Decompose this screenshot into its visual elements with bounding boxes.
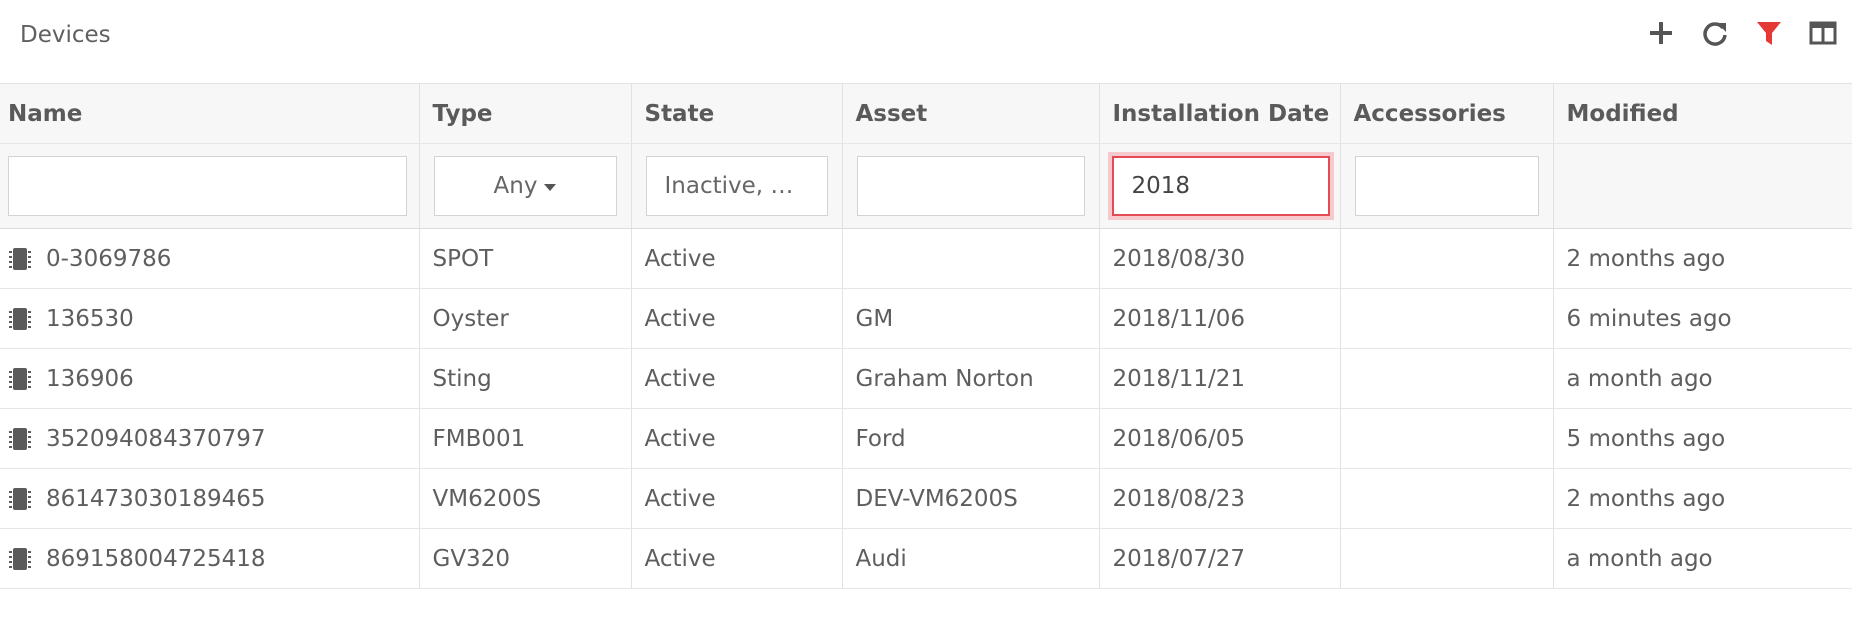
add-device-button[interactable] bbox=[1644, 16, 1678, 50]
devices-table: Name Type State Asset Installation Date … bbox=[0, 83, 1852, 589]
cell-name: 0-3069786 bbox=[0, 228, 419, 289]
column-header-installation-date[interactable]: Installation Date bbox=[1098, 83, 1340, 144]
cell-accessories bbox=[1339, 528, 1553, 589]
cell-name: 136530 bbox=[0, 288, 419, 349]
device-name: 136530 bbox=[46, 305, 134, 332]
cell-accessories bbox=[1339, 468, 1553, 529]
device-name: 861473030189465 bbox=[46, 485, 266, 512]
cell-asset: GM bbox=[841, 288, 1099, 349]
filter-cell-state: Inactive, … bbox=[630, 143, 842, 229]
plus-icon bbox=[1650, 22, 1672, 44]
table-row[interactable]: 869158004725418 GV320 Active Audi 2018/0… bbox=[0, 528, 1852, 589]
table-row[interactable]: 352094084370797 FMB001 Active Ford 2018/… bbox=[0, 408, 1852, 469]
name-filter-input[interactable] bbox=[8, 156, 407, 216]
cell-type: SPOT bbox=[418, 228, 631, 289]
refresh-button[interactable] bbox=[1698, 16, 1732, 50]
device-name: 352094084370797 bbox=[46, 425, 266, 452]
cell-accessories bbox=[1339, 228, 1553, 289]
device-chip-icon bbox=[9, 367, 31, 390]
cell-type: GV320 bbox=[418, 528, 631, 589]
filter-cell-modified bbox=[1552, 143, 1852, 229]
cell-accessories bbox=[1339, 288, 1553, 349]
filter-row: Any Inactive, … bbox=[0, 143, 1852, 229]
column-header-row: Name Type State Asset Installation Date … bbox=[0, 83, 1852, 144]
cell-asset: Audi bbox=[841, 528, 1099, 589]
cell-state: Active bbox=[630, 528, 842, 589]
filter-cell-name bbox=[0, 143, 419, 229]
table-row[interactable]: 136530 Oyster Active GM 2018/11/06 6 min… bbox=[0, 288, 1852, 349]
toolbar bbox=[1644, 16, 1840, 50]
cell-type: VM6200S bbox=[418, 468, 631, 529]
state-filter-select[interactable]: Inactive, … bbox=[645, 156, 828, 216]
cell-name: 869158004725418 bbox=[0, 528, 419, 589]
filter-cell-asset bbox=[841, 143, 1099, 229]
cell-state: Active bbox=[630, 348, 842, 409]
cell-modified: 2 months ago bbox=[1552, 468, 1852, 529]
device-chip-icon bbox=[9, 487, 31, 510]
type-filter-value: Any bbox=[493, 173, 538, 199]
state-filter-value: Inactive, … bbox=[664, 173, 794, 199]
cell-asset: Graham Norton bbox=[841, 348, 1099, 409]
device-chip-icon bbox=[9, 547, 31, 570]
column-header-type[interactable]: Type bbox=[418, 83, 631, 144]
cell-accessories bbox=[1339, 348, 1553, 409]
cell-modified: 5 months ago bbox=[1552, 408, 1852, 469]
cell-name: 861473030189465 bbox=[0, 468, 419, 529]
cell-modified: 2 months ago bbox=[1552, 228, 1852, 289]
table-row[interactable]: 136906 Sting Active Graham Norton 2018/1… bbox=[0, 348, 1852, 409]
cell-installation-date: 2018/08/23 bbox=[1098, 468, 1340, 529]
device-name: 136906 bbox=[46, 365, 134, 392]
refresh-icon bbox=[1703, 22, 1727, 46]
cell-state: Active bbox=[630, 408, 842, 469]
asset-filter-input[interactable] bbox=[856, 156, 1085, 216]
column-header-asset[interactable]: Asset bbox=[841, 83, 1099, 144]
cell-state: Active bbox=[630, 228, 842, 289]
cell-modified: a month ago bbox=[1552, 348, 1852, 409]
cell-asset: DEV-VM6200S bbox=[841, 468, 1099, 529]
device-chip-icon bbox=[9, 427, 31, 450]
device-chip-icon bbox=[9, 247, 31, 270]
cell-installation-date: 2018/07/27 bbox=[1098, 528, 1340, 589]
cell-accessories bbox=[1339, 408, 1553, 469]
cell-state: Active bbox=[630, 468, 842, 529]
column-header-name[interactable]: Name bbox=[0, 83, 419, 144]
page-header: Devices bbox=[0, 0, 1852, 83]
filter-icon bbox=[1757, 22, 1781, 45]
cell-type: Oyster bbox=[418, 288, 631, 349]
filter-cell-installation-date bbox=[1098, 143, 1340, 229]
installation-date-filter-input[interactable] bbox=[1111, 156, 1330, 216]
installation-date-filter-focus-ring bbox=[1111, 156, 1330, 216]
cell-installation-date: 2018/11/06 bbox=[1098, 288, 1340, 349]
device-name: 869158004725418 bbox=[46, 545, 266, 572]
filter-cell-accessories bbox=[1339, 143, 1553, 229]
cell-name: 352094084370797 bbox=[0, 408, 419, 469]
cell-name: 136906 bbox=[0, 348, 419, 409]
column-header-modified[interactable]: Modified bbox=[1552, 83, 1852, 144]
accessories-filter-input[interactable] bbox=[1354, 156, 1539, 216]
cell-type: Sting bbox=[418, 348, 631, 409]
cell-installation-date: 2018/11/21 bbox=[1098, 348, 1340, 409]
columns-icon bbox=[1809, 21, 1837, 45]
cell-type: FMB001 bbox=[418, 408, 631, 469]
caret-down-icon bbox=[544, 183, 557, 191]
filter-toggle-button[interactable] bbox=[1752, 16, 1786, 50]
page-title: Devices bbox=[20, 22, 111, 48]
column-header-accessories[interactable]: Accessories bbox=[1339, 83, 1553, 144]
device-name: 0-3069786 bbox=[46, 245, 172, 272]
table-row[interactable]: 0-3069786 SPOT Active 2018/08/30 2 month… bbox=[0, 228, 1852, 289]
type-filter-select[interactable]: Any bbox=[433, 156, 617, 216]
cell-installation-date: 2018/06/05 bbox=[1098, 408, 1340, 469]
cell-asset: Ford bbox=[841, 408, 1099, 469]
columns-button[interactable] bbox=[1806, 16, 1840, 50]
cell-modified: a month ago bbox=[1552, 528, 1852, 589]
cell-installation-date: 2018/08/30 bbox=[1098, 228, 1340, 289]
column-header-state[interactable]: State bbox=[630, 83, 842, 144]
cell-modified: 6 minutes ago bbox=[1552, 288, 1852, 349]
cell-asset bbox=[841, 228, 1099, 289]
device-chip-icon bbox=[9, 307, 31, 330]
cell-state: Active bbox=[630, 288, 842, 349]
filter-cell-type: Any bbox=[418, 143, 631, 229]
table-row[interactable]: 861473030189465 VM6200S Active DEV-VM620… bbox=[0, 468, 1852, 529]
